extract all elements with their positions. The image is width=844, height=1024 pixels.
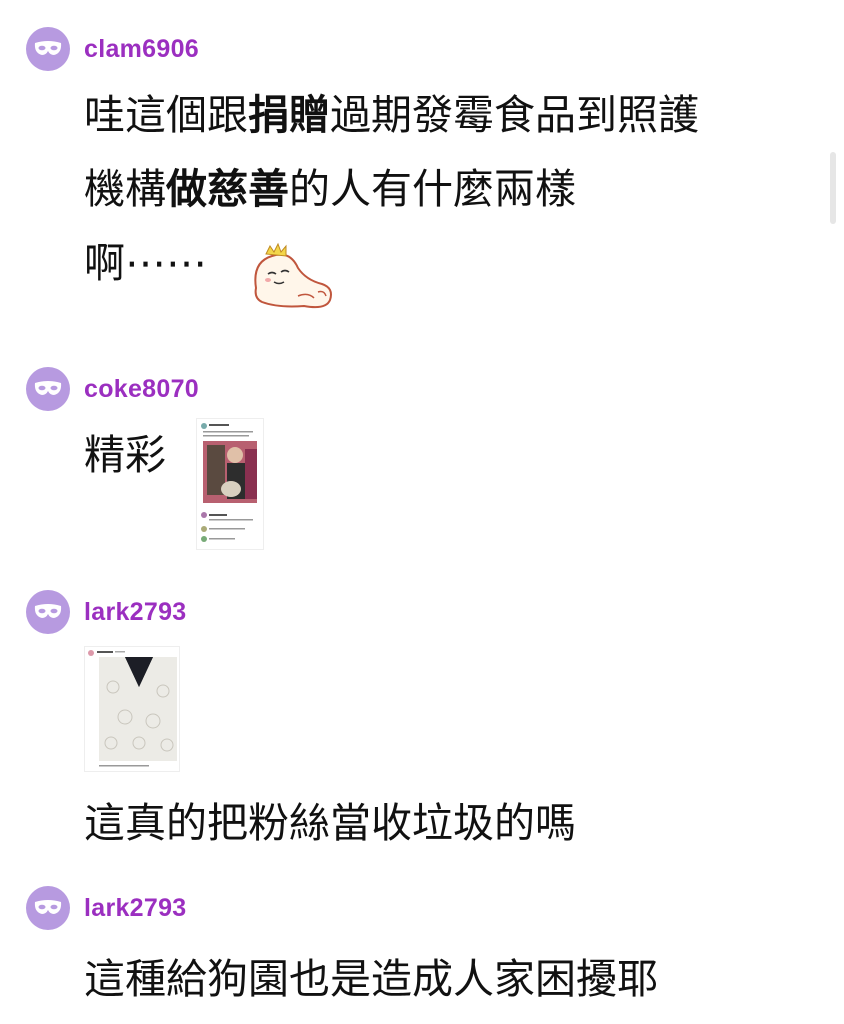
scrollbar[interactable] — [830, 152, 836, 224]
mask-icon — [34, 381, 62, 395]
mask-icon — [34, 41, 62, 55]
username[interactable]: lark2793 — [84, 894, 187, 923]
username[interactable]: coke8070 — [84, 375, 199, 404]
avatar[interactable] — [26, 27, 70, 71]
avatar[interactable] — [26, 886, 70, 930]
chat-screenshot-photo[interactable] — [196, 418, 264, 550]
sleeping-blob-sticker[interactable] — [248, 240, 338, 314]
comment-text-line: 哇這個跟捐贈過期發霉食品到照護 — [84, 91, 699, 139]
lace-dress-photo[interactable] — [84, 646, 180, 772]
comment-text: 精彩 — [84, 431, 166, 479]
comment-text: 這種給狗園也是造成人家困擾耶 — [84, 955, 658, 1003]
mask-icon — [34, 604, 62, 618]
comment-text: 這真的把粉絲當收垃圾的嗎 — [84, 799, 576, 847]
username[interactable]: clam6906 — [84, 35, 199, 64]
username[interactable]: lark2793 — [84, 598, 187, 627]
avatar[interactable] — [26, 590, 70, 634]
comment-text-line: 啊⋯⋯ — [84, 239, 207, 287]
avatar[interactable] — [26, 367, 70, 411]
comment-text-line: 機構做慈善的人有什麼兩樣 — [84, 165, 576, 213]
mask-icon — [34, 900, 62, 914]
